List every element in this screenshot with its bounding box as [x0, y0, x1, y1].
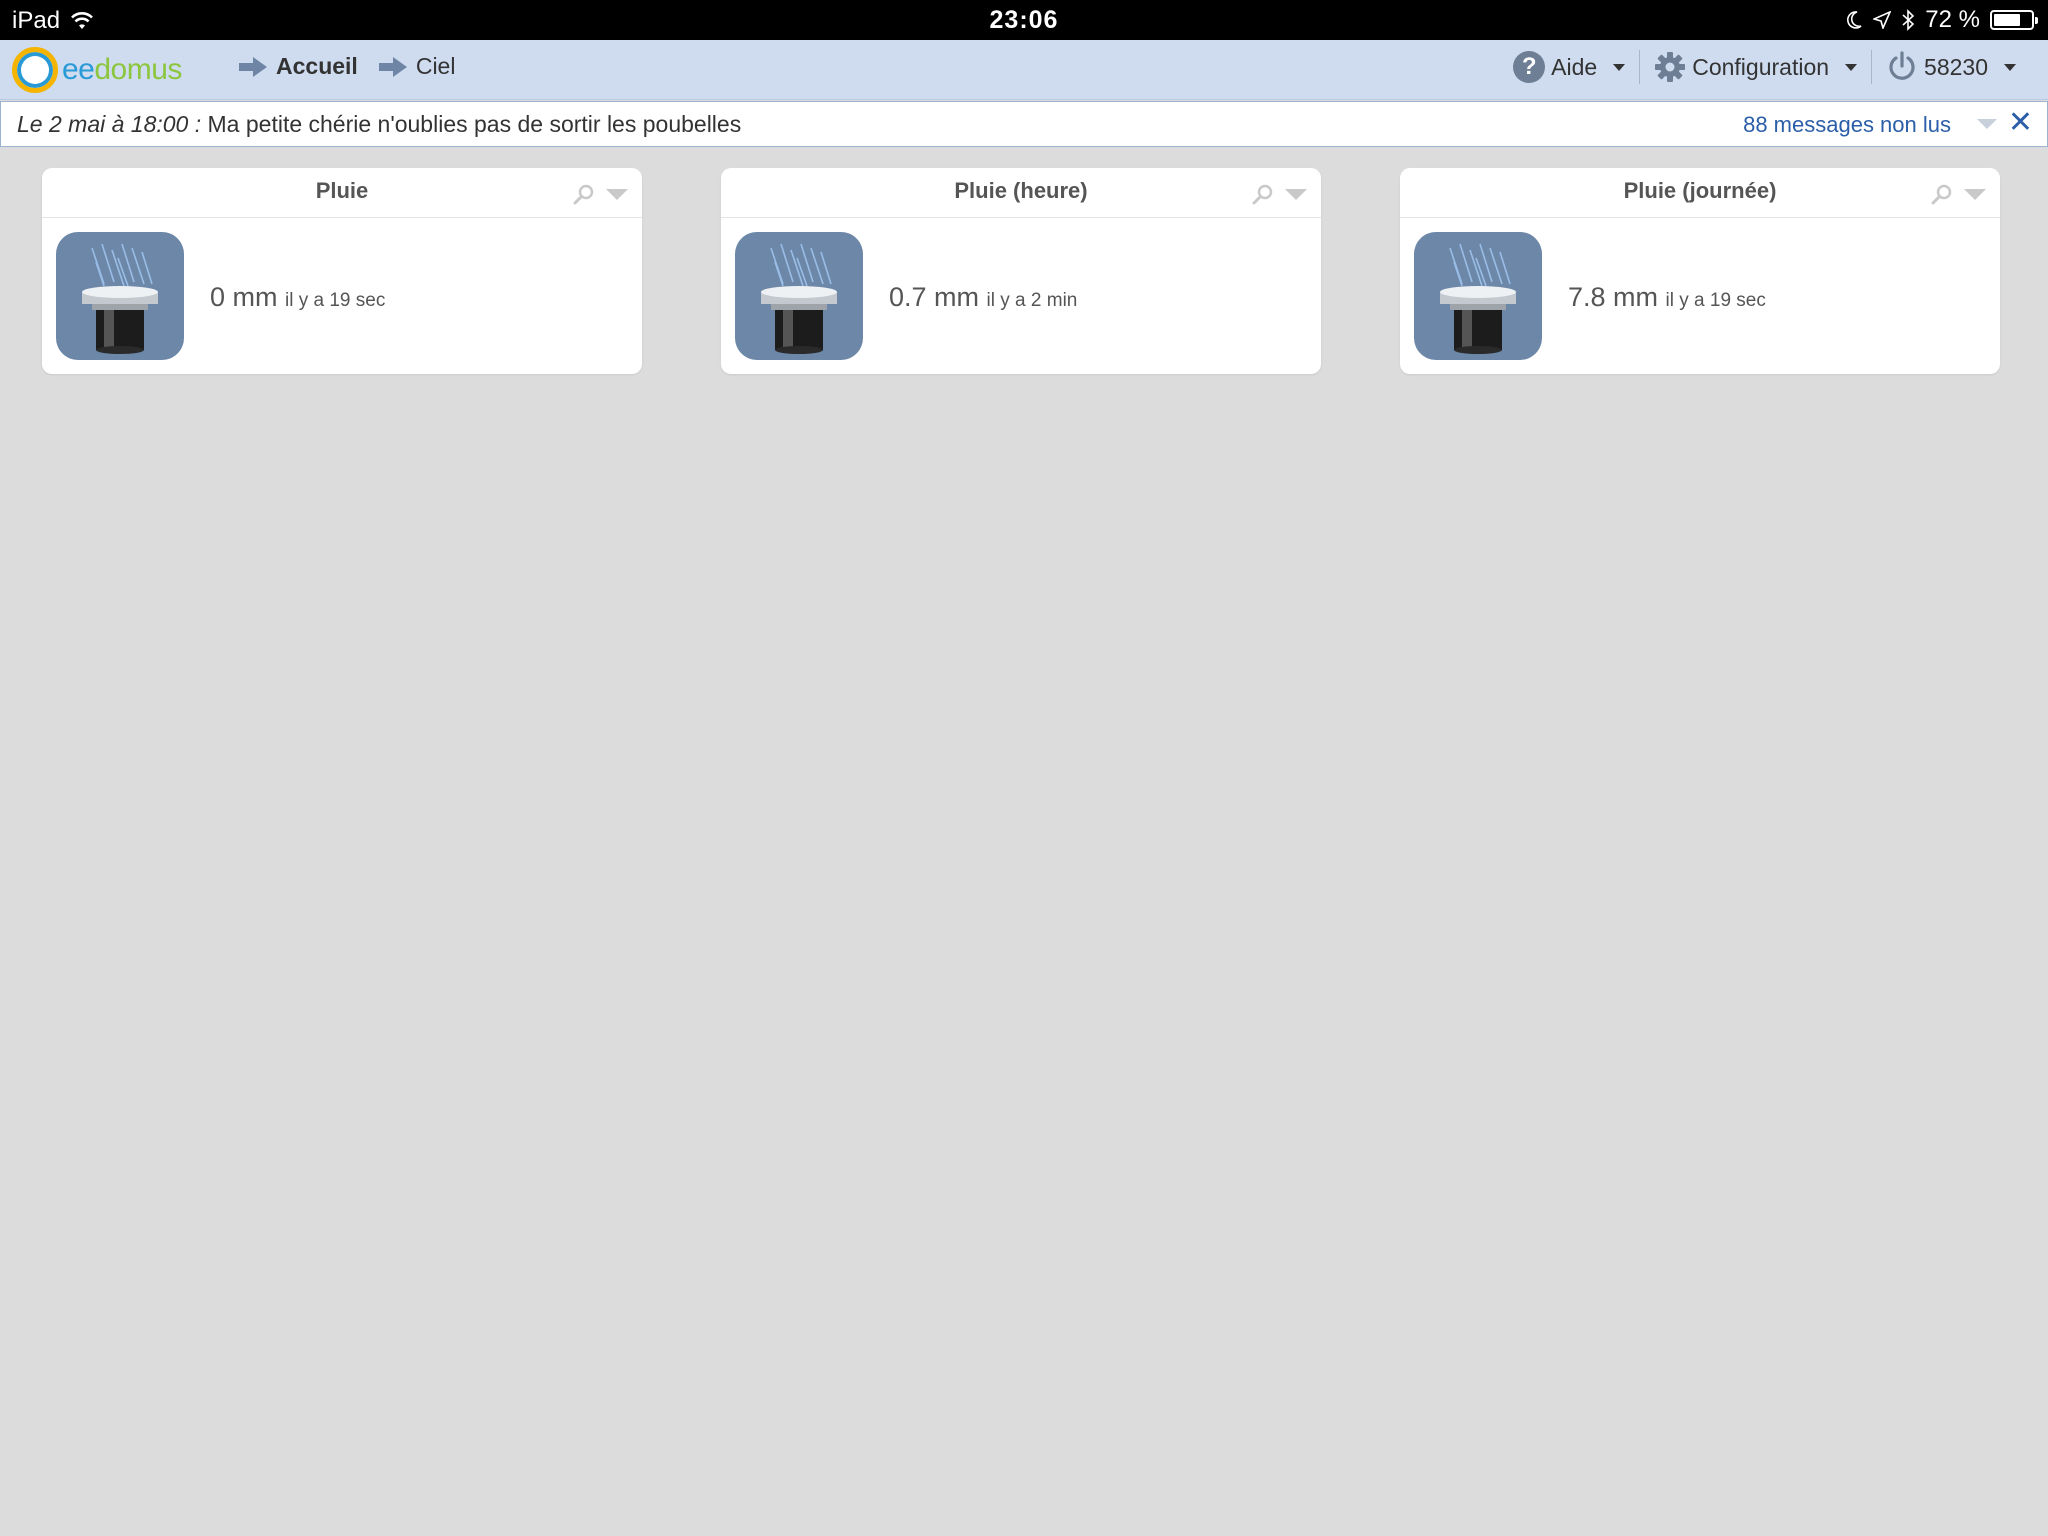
widget-body: 0 mm il y a 19 sec [42, 218, 642, 374]
widget-value-number: 0.7 mm [889, 282, 980, 312]
widget-body: 0.7 mm il y a 2 min [721, 218, 1321, 374]
status-time: 23:06 [989, 6, 1059, 34]
app-header: eedomus Accueil Ciel ? Aide Configuratio… [0, 40, 2048, 100]
moon-icon [1847, 11, 1862, 29]
widget-tools [572, 182, 628, 206]
logo-ring-icon [12, 47, 58, 93]
widget-value-number: 0 mm [210, 282, 278, 312]
widget-tools [1251, 182, 1307, 206]
message-date: Le 2 mai à 18:00 : [17, 111, 202, 137]
logo-text-domus: domus [94, 53, 182, 86]
widget-header: Pluie [42, 168, 642, 218]
widget-value: 0 mm il y a 19 sec [210, 282, 385, 313]
help-icon: ? [1513, 51, 1546, 83]
header-actions: ? Aide Configuration 58230 [1499, 50, 2030, 84]
last-message: Le 2 mai à 18:00 : Ma petite chérie n'ou… [17, 111, 741, 138]
logo-text-ee: ee [62, 53, 95, 86]
ios-status-bar: iPad 23:06 72 % [0, 0, 2048, 40]
widget-title: Pluie [315, 178, 369, 203]
box-id-label: 58230 [1924, 53, 1988, 80]
arrow-right-icon [239, 56, 267, 77]
widget-card[interactable]: Pluie (heure) 0.7 mm il y a 2 min [721, 168, 1321, 374]
chevron-down-icon[interactable] [1285, 188, 1307, 200]
nav-ciel[interactable]: Ciel [378, 53, 456, 80]
chevron-down-icon [1613, 63, 1626, 71]
close-icon[interactable]: ✕ [2008, 108, 2033, 138]
nav-accueil-label: Accueil [276, 53, 358, 79]
arrow-right-icon [378, 56, 407, 77]
widget-timestamp: il y a 2 min [986, 290, 1078, 311]
widget-timestamp: il y a 19 sec [1665, 290, 1766, 311]
help-label: Aide [1551, 53, 1598, 80]
rain-gauge-icon[interactable] [1414, 232, 1542, 360]
bluetooth-icon [1902, 9, 1915, 31]
search-icon[interactable] [572, 182, 596, 206]
widget-value: 0.7 mm il y a 2 min [889, 282, 1077, 313]
battery-fill [1994, 14, 2020, 26]
chevron-down-icon [1845, 63, 1858, 71]
message-text: Ma petite chérie n'oublies pas de sortir… [207, 111, 742, 137]
widget-header: Pluie (journée) [1400, 168, 2000, 218]
widget-title: Pluie (heure) [954, 178, 1088, 203]
chevron-down-icon[interactable] [606, 188, 628, 200]
widget-tools [1930, 182, 1986, 206]
rain-gauge-icon[interactable] [56, 232, 184, 360]
chevron-down-icon [2004, 63, 2016, 71]
widget-card[interactable]: Pluie 0 mm il y a 19 sec [42, 168, 642, 374]
battery-percent: 72 % [1925, 6, 1980, 33]
logo-text: eedomus [62, 53, 182, 87]
help-menu[interactable]: ? Aide [1499, 51, 1639, 83]
widget-body: 7.8 mm il y a 19 sec [1400, 218, 2000, 374]
search-icon[interactable] [1930, 182, 1954, 206]
configuration-menu[interactable]: Configuration [1640, 51, 1871, 83]
chevron-down-icon[interactable] [1964, 188, 1986, 200]
power-icon [1889, 51, 1915, 80]
widget-timestamp: il y a 19 sec [285, 290, 386, 311]
battery-icon [1990, 10, 2038, 30]
widget-value-number: 7.8 mm [1568, 282, 1659, 312]
widget-header: Pluie (heure) [721, 168, 1321, 218]
unread-messages-link[interactable]: 88 messages non lus [1743, 112, 1951, 138]
widget-card[interactable]: Pluie (journée) 7.8 mm il y a 19 sec [1400, 168, 2000, 374]
location-icon [1873, 11, 1892, 29]
status-right: 72 % [1845, 6, 2038, 34]
widget-title: Pluie (journée) [1623, 178, 1777, 203]
configuration-label: Configuration [1692, 53, 1830, 80]
search-icon[interactable] [1251, 182, 1275, 206]
message-bar: Le 2 mai à 18:00 : Ma petite chérie n'ou… [0, 101, 2048, 147]
breadcrumb: Accueil Ciel [238, 53, 455, 80]
rain-gauge-icon[interactable] [735, 232, 863, 360]
nav-accueil[interactable]: Accueil [238, 53, 358, 80]
widget-value: 7.8 mm il y a 19 sec [1568, 282, 1766, 313]
nav-ciel-label: Ciel [415, 53, 456, 79]
eedomus-logo[interactable]: eedomus [12, 47, 182, 93]
box-menu[interactable]: 58230 [1872, 51, 2030, 83]
gear-icon [1655, 52, 1686, 82]
messages-dropdown-icon[interactable] [1977, 119, 1997, 129]
